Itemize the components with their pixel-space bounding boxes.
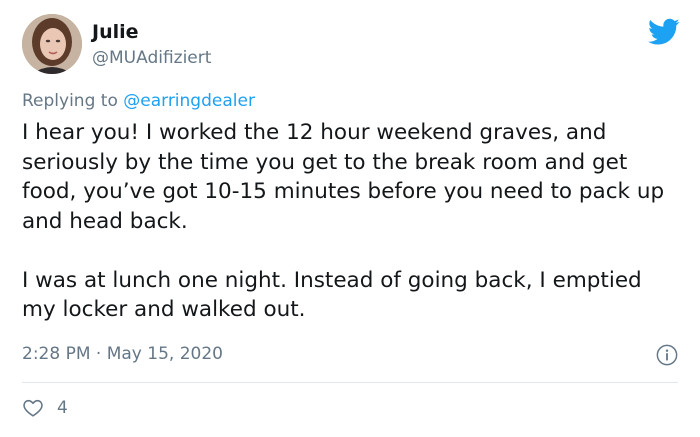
tweet-paragraph: I was at lunch one night. Instead of goi…: [22, 267, 642, 323]
like-action[interactable]: 4: [22, 396, 68, 420]
reply-mention-link[interactable]: @earringdealer: [123, 91, 255, 111]
twitter-bird-icon[interactable]: [648, 18, 680, 46]
replying-to: Replying to @earringdealer: [22, 90, 255, 112]
avatar-image: [22, 14, 82, 74]
tweet-timestamp[interactable]: 2:28 PM · May 15, 2020: [22, 343, 223, 365]
tweet-text: I hear you! I worked the 12 hour weekend…: [22, 118, 682, 325]
replying-to-label: Replying to: [22, 91, 124, 111]
avatar[interactable]: [22, 14, 82, 74]
tweet-paragraph: I hear you! I worked the 12 hour weekend…: [22, 120, 665, 234]
tweet-card: Julie @MUAdifiziert Replying to @earring…: [0, 0, 700, 437]
divider: [22, 382, 678, 383]
heart-icon[interactable]: [22, 397, 44, 419]
display-name[interactable]: Julie: [92, 20, 139, 44]
info-icon[interactable]: [656, 344, 678, 366]
like-count: 4: [57, 398, 68, 418]
user-handle[interactable]: @MUAdifiziert: [92, 47, 211, 69]
